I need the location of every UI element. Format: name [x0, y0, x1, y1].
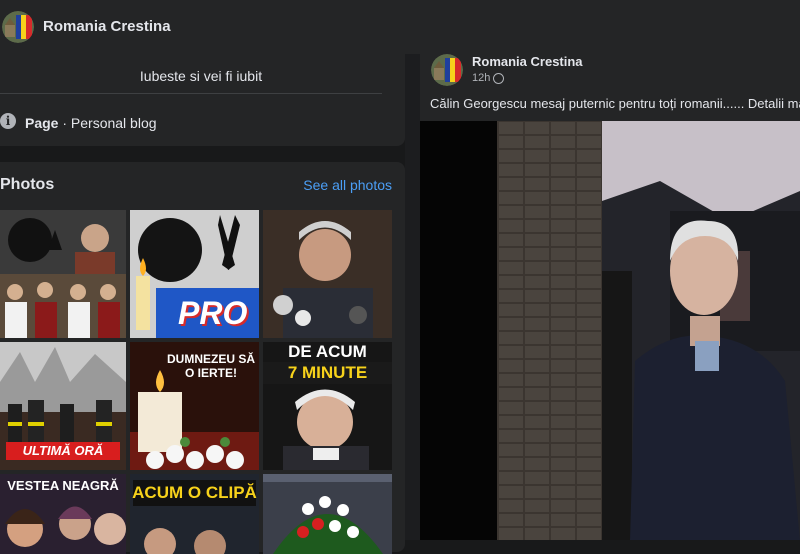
pro-caption: PRO	[178, 295, 248, 331]
portrait-microphones-image	[263, 210, 392, 338]
dumnezeu-caption: DUMNEZEU SĂ O IERTE!	[166, 352, 255, 380]
romania-flag-avatar-icon	[431, 54, 463, 86]
post-image[interactable]	[420, 121, 800, 540]
photo-tile[interactable]: DUMNEZEU SĂ O IERTE!	[130, 342, 259, 470]
ultima-ora-caption: ULTIMĂ ORĂ	[22, 443, 104, 458]
see-all-photos-link[interactable]: See all photos	[303, 177, 392, 193]
photos-card: Photos See all photos PRO ULTIMĂ ORĂ DUM…	[0, 162, 405, 554]
photo-tile[interactable]: DE ACUM 7 MINUTE	[263, 342, 392, 470]
post-author-name[interactable]: Romania Crestina	[472, 54, 583, 69]
info-icon: i	[0, 113, 16, 129]
intro-card: Iubeste si vei fi iubit i Page · Persona…	[0, 54, 405, 146]
photo-tile[interactable]: VESTEA NEAGRĂ	[0, 474, 126, 554]
man-at-doorway-photo	[420, 121, 800, 540]
funeral-flowers-image	[263, 474, 392, 554]
photo-collage-image	[0, 210, 126, 338]
page-name[interactable]: Romania Crestina	[43, 18, 171, 35]
romania-flag-avatar-icon	[2, 11, 34, 43]
page-bio: Iubeste si vei fi iubit	[139, 68, 263, 84]
photo-tile[interactable]: PRO	[130, 210, 259, 338]
category-value: · Personal blog	[58, 115, 157, 131]
category-label: Page	[25, 115, 59, 131]
post-card: Romania Crestina 12h Călin Georgescu mes…	[420, 54, 800, 540]
post-time-text: 12h	[472, 72, 491, 84]
divider	[0, 93, 382, 94]
photo-tile[interactable]	[263, 474, 392, 554]
post-timestamp[interactable]: 12h	[472, 72, 505, 84]
photo-tile[interactable]: ULTIMĂ ORĂ	[0, 342, 126, 470]
photo-tile[interactable]: ACUM O CLIPĂ	[130, 474, 259, 554]
photo-tile[interactable]	[0, 210, 126, 338]
de-acum-caption: DE ACUM	[288, 342, 367, 361]
vestea-caption: VESTEA NEAGRĂ	[7, 478, 119, 493]
page-avatar[interactable]	[2, 11, 34, 43]
post-author-avatar[interactable]	[431, 54, 463, 86]
globe-icon	[493, 72, 505, 84]
acum-o-clipa-caption: ACUM O CLIPĂ	[132, 483, 257, 502]
photos-title: Photos	[0, 176, 55, 193]
post-text: Călin Georgescu mesaj puternic pentru to…	[430, 96, 800, 111]
photo-tile[interactable]	[263, 210, 392, 338]
top-bar: Romania Crestina	[0, 0, 800, 55]
column-gap	[405, 54, 420, 540]
minute-caption: 7 MINUTE	[287, 363, 368, 382]
page-category: Page · Personal blog	[25, 115, 157, 131]
